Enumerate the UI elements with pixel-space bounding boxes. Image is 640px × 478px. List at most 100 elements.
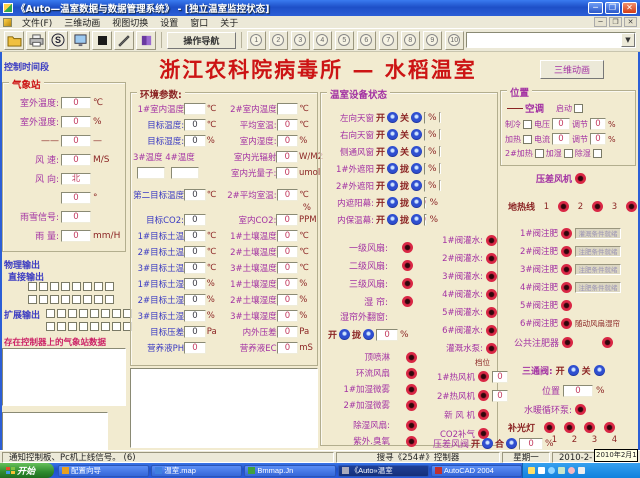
nav-circle-button[interactable]: 1	[247, 31, 266, 50]
device-value-input[interactable]: 0	[424, 129, 426, 141]
task-button[interactable]: 《Auto»温室	[338, 465, 429, 477]
open-led[interactable]	[387, 112, 398, 123]
close-led[interactable]	[411, 180, 422, 191]
tray-icon[interactable]	[578, 467, 585, 474]
status-led[interactable]	[478, 371, 489, 382]
env-value-input[interactable]: 0	[277, 230, 299, 242]
weather-value-input[interactable]: 0	[61, 116, 91, 128]
env-value-input[interactable]: 0	[184, 278, 206, 290]
output-checkbox[interactable]	[68, 309, 77, 318]
status-led[interactable]	[486, 235, 497, 246]
ac-checkbox[interactable]	[535, 149, 544, 158]
status-led[interactable]	[544, 422, 555, 433]
status-led[interactable]	[592, 201, 603, 212]
curtain-value-input[interactable]: 0	[376, 329, 398, 341]
monitor-icon[interactable]	[70, 31, 90, 50]
status-led[interactable]	[402, 278, 413, 289]
ac-value-input[interactable]: 0	[552, 118, 570, 130]
open-led[interactable]	[387, 163, 398, 174]
env-value-input[interactable]	[277, 103, 299, 115]
open-led[interactable]	[387, 180, 398, 191]
status-led[interactable]	[406, 384, 417, 395]
status-led[interactable]	[486, 271, 497, 282]
weather-value-input[interactable]: 0	[61, 135, 91, 147]
valve-position-input[interactable]: 0	[563, 385, 593, 397]
output-checkbox[interactable]	[46, 322, 55, 331]
task-button[interactable]: 配置向导	[58, 465, 149, 477]
ac-start-checkbox[interactable]	[574, 104, 583, 113]
nav-circle-button[interactable]: 2	[269, 31, 288, 50]
close-led[interactable]	[411, 197, 422, 208]
env-value-input[interactable]	[171, 167, 199, 179]
device-value-input[interactable]: 0	[424, 197, 427, 209]
device-value-input[interactable]: 0	[424, 163, 426, 175]
env-value-input[interactable]: 0	[276, 167, 298, 179]
output-checkbox[interactable]	[28, 282, 37, 291]
output-checkbox[interactable]	[83, 282, 92, 291]
start-button[interactable]: 开始	[0, 463, 54, 478]
output-checkbox[interactable]	[79, 309, 88, 318]
status-led[interactable]	[486, 289, 497, 300]
device-value-input[interactable]: 0	[424, 146, 426, 158]
nav-circle-button[interactable]: 3	[291, 31, 310, 50]
output-checkbox[interactable]	[39, 295, 48, 304]
nav-circle-button[interactable]: 9	[423, 31, 442, 50]
device-value-input[interactable]: 0	[424, 112, 426, 124]
status-led[interactable]	[402, 242, 413, 253]
status-led[interactable]	[575, 404, 586, 415]
close-led[interactable]	[411, 214, 422, 225]
menu-item-2[interactable]: 视图切换	[106, 16, 154, 29]
status-led[interactable]	[478, 390, 489, 401]
output-checkbox[interactable]	[68, 322, 77, 331]
status-led[interactable]	[406, 400, 417, 411]
env-value-input[interactable]: 0	[277, 135, 299, 147]
task-button[interactable]: Bmmap.Jn	[244, 465, 335, 477]
status-led[interactable]	[486, 343, 497, 354]
status-led[interactable]	[604, 422, 615, 433]
output-checkbox[interactable]	[101, 309, 110, 318]
status-led[interactable]	[602, 337, 613, 348]
weather-value-input[interactable]: 北	[61, 173, 91, 185]
env-value-input[interactable]: 0	[184, 342, 206, 354]
env-value-input[interactable]: 0	[277, 326, 299, 338]
open-led[interactable]	[339, 329, 350, 340]
env-value-input[interactable]: 0	[184, 262, 206, 274]
output-checkbox[interactable]	[39, 282, 48, 291]
env-value-input[interactable]: 0	[184, 119, 206, 131]
ac-value-input[interactable]: 0	[590, 133, 606, 145]
output-checkbox[interactable]	[57, 322, 66, 331]
controller-combobox[interactable]: ▼	[466, 32, 636, 48]
ac-checkbox[interactable]	[523, 120, 532, 129]
minimize-button[interactable]: ─	[588, 2, 603, 14]
env-value-input[interactable]: 0	[277, 119, 299, 131]
menu-item-4[interactable]: 窗口	[184, 16, 214, 29]
status-led[interactable]	[406, 436, 417, 447]
ac-checkbox[interactable]	[523, 135, 532, 144]
env-value-input[interactable]: 0	[184, 294, 206, 306]
env-value-input[interactable]: 0	[184, 246, 206, 258]
env-value-input[interactable]: 0	[276, 214, 298, 226]
station-data-listbox-2[interactable]	[2, 412, 108, 452]
status-led[interactable]	[561, 300, 572, 311]
output-checkbox[interactable]	[83, 295, 92, 304]
output-checkbox[interactable]	[61, 295, 70, 304]
status-led[interactable]	[402, 260, 413, 271]
env-value-input[interactable]: 0	[276, 151, 298, 163]
nav-circle-button[interactable]: 5	[335, 31, 354, 50]
station-data-listbox[interactable]	[2, 348, 126, 406]
close-button[interactable]: ✕	[622, 2, 637, 14]
nav-circle-button[interactable]: 4	[313, 31, 332, 50]
nav-circle-button[interactable]: 6	[357, 31, 376, 50]
open-led[interactable]	[387, 197, 398, 208]
open-led[interactable]	[387, 214, 398, 225]
env-value-input[interactable]: 0	[184, 135, 206, 147]
mdi-close-button[interactable]: ✕	[624, 17, 637, 27]
menu-item-5[interactable]: 关于	[214, 16, 244, 29]
env-value-input[interactable]: 0	[277, 310, 299, 322]
output-checkbox[interactable]	[50, 282, 59, 291]
env-value-input[interactable]: 0	[277, 294, 299, 306]
status-led[interactable]	[406, 368, 417, 379]
env-value-input[interactable]: 0	[277, 262, 299, 274]
weather-value-input[interactable]: 0	[61, 154, 91, 166]
env-value-input[interactable]: 0	[277, 189, 299, 201]
